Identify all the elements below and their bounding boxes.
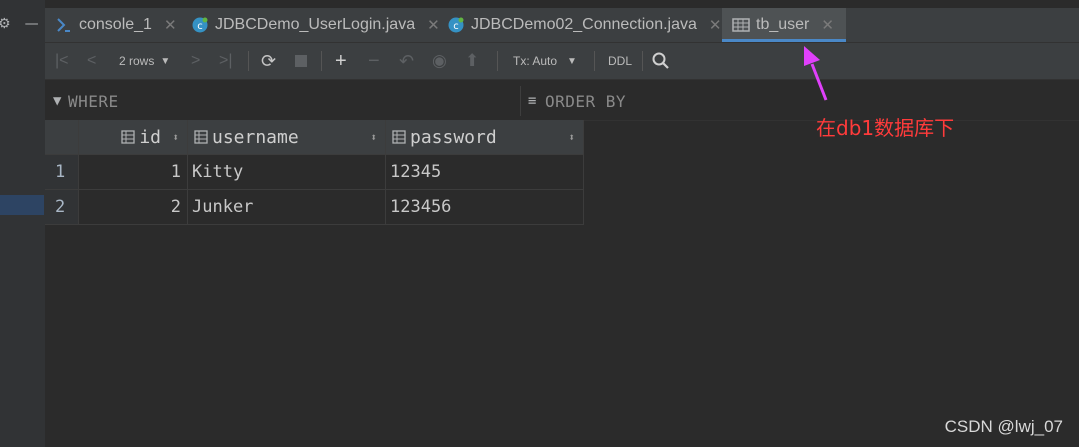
close-icon[interactable]: ✕	[164, 16, 177, 34]
java-class-icon: c	[191, 16, 209, 34]
column-icon	[392, 130, 406, 144]
table-icon	[732, 17, 750, 33]
gutter-selection	[0, 195, 44, 215]
revert-icon[interactable]: ↶	[399, 43, 414, 79]
cell-password[interactable]: 12345	[386, 155, 584, 190]
column-header-label: id	[139, 126, 161, 148]
cell-id[interactable]: 2	[79, 190, 188, 225]
tab-label: JDBCDemo_UserLogin.java	[215, 16, 416, 33]
tx-label: Tx: Auto	[513, 54, 558, 68]
tab-console[interactable]: console_1 ✕	[55, 8, 177, 42]
editor-tab-bar: console_1 ✕ c JDBCDemo_UserLogin.java ✕ …	[45, 8, 1079, 43]
column-header-password[interactable]: password ⬍	[386, 120, 584, 155]
transaction-mode-selector[interactable]: Tx: Auto ▼	[513, 43, 577, 79]
row-number[interactable]: 2	[45, 190, 79, 225]
tab-connection[interactable]: c JDBCDemo02_Connection.java ✕	[447, 8, 721, 42]
settings-icon[interactable]: ⚙	[0, 16, 11, 32]
tab-label: tb_user	[756, 16, 810, 33]
column-header-label: password	[410, 126, 497, 148]
ddl-button[interactable]: DDL	[608, 43, 632, 79]
close-icon[interactable]: ✕	[427, 16, 440, 34]
database-console-window: ⚙ — console_1 ✕ c JDBCDemo_UserLogin.jav…	[0, 0, 1079, 447]
order-by-filter[interactable]: ≡ ORDER BY	[528, 82, 626, 120]
console-icon	[55, 16, 73, 34]
preview-icon[interactable]: ◉	[432, 43, 447, 79]
tab-userlogin[interactable]: c JDBCDemo_UserLogin.java ✕	[191, 8, 440, 42]
toolbar-divider	[248, 51, 249, 71]
refresh-icon[interactable]: ⟳	[261, 43, 276, 79]
where-label: WHERE	[67, 91, 119, 111]
annotation-arrow	[804, 46, 828, 101]
toolbar-divider	[497, 51, 498, 71]
search-icon[interactable]	[652, 43, 670, 79]
cell-password[interactable]: 123456	[386, 190, 584, 225]
cell-username[interactable]: Junker	[188, 190, 386, 225]
first-page-icon[interactable]: |<	[55, 43, 69, 79]
row-number[interactable]: 1	[45, 155, 79, 190]
delete-row-icon[interactable]: −	[368, 43, 380, 79]
tab-label: JDBCDemo02_Connection.java	[471, 16, 697, 33]
cell-username[interactable]: Kitty	[188, 155, 386, 190]
minimize-icon[interactable]: —	[25, 16, 39, 32]
rows-selector[interactable]: 2 rows ▼	[119, 43, 170, 79]
chevron-down-icon: ▼	[160, 55, 171, 67]
stop-icon[interactable]	[295, 43, 307, 79]
ddl-label: DDL	[608, 54, 633, 68]
annotation-text: 在db1数据库下	[816, 116, 955, 140]
close-icon[interactable]: ✕	[709, 16, 722, 34]
add-row-icon[interactable]: +	[335, 43, 347, 79]
column-icon	[121, 130, 135, 144]
tab-tb-user[interactable]: tb_user ✕	[722, 8, 846, 42]
java-class-icon: c	[447, 16, 465, 34]
watermark: CSDN @lwj_07	[944, 417, 1063, 436]
sort-icon: ≡	[528, 93, 537, 109]
filter-icon: ▼	[53, 93, 62, 109]
grid-corner	[45, 120, 79, 155]
rows-label: 2 rows	[119, 54, 155, 68]
svg-text:c: c	[197, 21, 203, 32]
last-page-icon[interactable]: >|	[219, 43, 233, 79]
order-by-label: ORDER BY	[544, 91, 626, 111]
previous-page-icon[interactable]: <	[87, 43, 96, 79]
filter-divider	[520, 86, 521, 116]
column-header-username[interactable]: username ⬍	[188, 120, 386, 155]
sort-toggle-icon[interactable]: ⬍	[370, 131, 377, 144]
column-header-id[interactable]: id ⬍	[79, 120, 188, 155]
next-page-icon[interactable]: >	[191, 43, 200, 79]
sort-toggle-icon[interactable]: ⬍	[172, 131, 179, 144]
data-editor-toolbar: |< < 2 rows ▼ > >| ⟳ + − ↶ ◉ ⬆ Tx: Auto …	[45, 43, 1079, 80]
toolbar-divider	[642, 51, 643, 71]
column-icon	[194, 130, 208, 144]
left-gutter	[0, 0, 46, 447]
where-filter[interactable]: ▼ WHERE	[53, 82, 119, 120]
tab-label: console_1	[79, 16, 152, 33]
cell-id[interactable]: 1	[79, 155, 188, 190]
submit-icon[interactable]: ⬆	[465, 43, 479, 79]
close-icon[interactable]: ✕	[821, 16, 834, 34]
toolbar-divider	[321, 51, 322, 71]
chevron-down-icon: ▼	[567, 55, 577, 67]
toolbar-divider	[594, 51, 595, 71]
svg-text:c: c	[453, 21, 459, 32]
column-header-label: username	[212, 126, 299, 148]
sort-toggle-icon[interactable]: ⬍	[568, 131, 575, 144]
gutter-tools: ⚙ —	[0, 10, 44, 38]
